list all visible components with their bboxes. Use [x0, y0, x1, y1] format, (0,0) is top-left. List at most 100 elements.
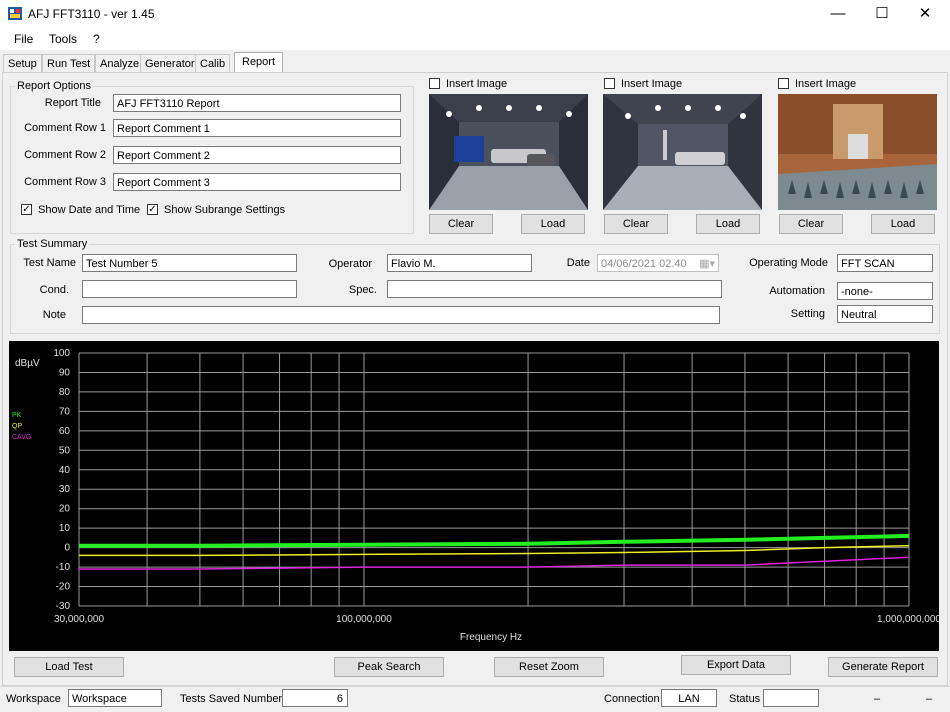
load-image-3-button[interactable]: Load	[871, 214, 935, 234]
show-subrange-checkbox[interactable]: ✓	[147, 204, 158, 215]
show-date-checkbox[interactable]: ✓	[21, 204, 32, 215]
x-tick-label: 1,000,000,000	[877, 614, 939, 625]
tab-analyze[interactable]: Analyze	[95, 54, 145, 73]
comment-row3-input[interactable]: Report Comment 3	[113, 173, 401, 191]
automation-label: Automation	[769, 285, 825, 297]
status-label: Status	[729, 693, 761, 705]
comment-row1-input[interactable]: Report Comment 1	[113, 119, 401, 137]
clear-image-1-button[interactable]: Clear	[429, 214, 493, 234]
comment-row1-label: Comment Row 1	[24, 122, 106, 134]
date-label: Date	[566, 257, 590, 269]
comment-row2-label: Comment Row 2	[24, 149, 106, 161]
workspace-input[interactable]: Workspace	[68, 689, 162, 707]
y-tick-label: 40	[59, 465, 71, 476]
comment-row3-label: Comment Row 3	[24, 176, 106, 188]
menu-tools[interactable]: Tools	[49, 32, 77, 46]
legend-entry-pk: PK	[12, 412, 22, 419]
app-icon	[8, 7, 22, 20]
y-tick-label: 20	[59, 504, 71, 515]
tests-saved-label: Tests Saved Number	[180, 693, 283, 705]
setting-input[interactable]: Neutral	[837, 305, 933, 323]
show-subrange-label: Show Subrange Settings	[164, 204, 286, 216]
x-tick-label: 100,000,000	[336, 614, 392, 625]
menu-help[interactable]: ?	[93, 32, 100, 46]
tab-report[interactable]: Report	[234, 52, 284, 73]
status-dash-1: –	[874, 693, 881, 705]
spectrum-chart-svg[interactable]: dBµV Frequency Hz 1009080706050403020100…	[9, 341, 941, 651]
export-data-button[interactable]: Export Data	[681, 655, 791, 675]
y-tick-label: -10	[56, 562, 71, 573]
note-input[interactable]	[82, 306, 720, 324]
tab-calib[interactable]: Calib	[195, 54, 231, 73]
x-tick-label: 30,000,000	[54, 614, 104, 625]
status-dash-2: –	[926, 693, 933, 705]
tab-generator[interactable]: Generator	[140, 54, 200, 73]
test-summary-label: Test Summary	[15, 238, 90, 250]
insert-image-3-checkbox[interactable]	[778, 78, 789, 89]
generate-report-button[interactable]: Generate Report	[828, 657, 938, 677]
show-date-label: Show Date and Time	[38, 204, 141, 216]
operating-mode-input[interactable]: FFT SCAN	[837, 254, 933, 272]
y-tick-label: 0	[64, 543, 70, 554]
y-tick-label: 10	[59, 523, 71, 534]
menu-file[interactable]: File	[14, 32, 33, 46]
note-label: Note	[42, 309, 66, 321]
status-input	[763, 689, 819, 707]
report-options-label: Report Options	[15, 80, 93, 92]
minimize-button[interactable]: —	[816, 0, 860, 28]
report-title-input[interactable]: AFJ FFT3110 Report	[113, 94, 401, 112]
test-name-input[interactable]: Test Number 5	[82, 254, 297, 272]
operator-input[interactable]: Flavio M.	[387, 254, 532, 272]
clear-image-3-button[interactable]: Clear	[779, 214, 843, 234]
y-tick-label: 50	[59, 445, 71, 456]
insert-image-2-label: Insert Image	[621, 78, 683, 90]
operating-mode-label: Operating Mode	[749, 257, 828, 269]
tests-saved-input: 6	[282, 689, 348, 707]
title-bar: AFJ FFT3110 - ver 1.45 — ☐ ✕	[0, 0, 950, 28]
cond-label: Cond.	[39, 284, 69, 296]
calendar-dropdown-icon: ▦▾	[699, 258, 715, 270]
automation-input[interactable]: -none-	[837, 282, 933, 300]
load-test-button[interactable]: Load Test	[14, 657, 124, 677]
connection-input: LAN	[661, 689, 717, 707]
operator-label: Operator	[328, 258, 372, 270]
legend-entry-qp: QP	[12, 423, 22, 430]
setting-label: Setting	[790, 308, 825, 320]
maximize-button[interactable]: ☐	[860, 0, 904, 28]
window-title: AFJ FFT3110 - ver 1.45	[28, 7, 155, 21]
chamber-image-2	[603, 94, 762, 210]
y-tick-label: 30	[59, 484, 71, 495]
tab-setup[interactable]: Setup	[3, 54, 42, 73]
legend-entry-cavg: CAVG	[12, 434, 31, 441]
series-line-pk	[79, 533, 910, 548]
peak-search-button[interactable]: Peak Search	[334, 657, 444, 677]
spectrum-chart[interactable]: dBµV Frequency Hz 100 90 80 70 60 50 40 30 20 10 0…	[9, 341, 941, 651]
comment-row2-input[interactable]: Report Comment 2	[113, 146, 401, 164]
insert-image-1-label: Insert Image	[446, 78, 508, 90]
spec-input[interactable]	[387, 280, 722, 298]
y-tick-label: 60	[59, 426, 71, 437]
x-axis-label: Frequency Hz	[460, 632, 522, 643]
test-name-label: Test Name	[23, 257, 76, 269]
tab-run-test[interactable]: Run Test	[42, 54, 96, 73]
report-title-label: Report Title	[44, 97, 101, 109]
chamber-image-1	[429, 94, 588, 210]
load-image-1-button[interactable]: Load	[521, 214, 585, 234]
connection-label: Connection	[604, 693, 660, 705]
date-value: 04/06/2021 02.40	[601, 258, 687, 270]
y-tick-label: 90	[59, 367, 71, 378]
load-image-2-button[interactable]: Load	[696, 214, 760, 234]
insert-image-1-checkbox[interactable]	[429, 78, 440, 89]
clear-image-2-button[interactable]: Clear	[604, 214, 668, 234]
y-tick-label: 80	[59, 387, 71, 398]
y-tick-label: -20	[56, 582, 71, 593]
y-tick-label: 100	[53, 348, 70, 359]
cond-input[interactable]	[82, 280, 297, 298]
y-tick-label: 70	[59, 406, 71, 417]
menu-bar: File Tools ?	[0, 28, 950, 50]
chamber-image-3	[778, 94, 937, 210]
insert-image-2-checkbox[interactable]	[604, 78, 615, 89]
reset-zoom-button[interactable]: Reset Zoom	[494, 657, 604, 677]
insert-image-3-label: Insert Image	[795, 78, 857, 90]
close-button[interactable]: ✕	[903, 0, 947, 28]
